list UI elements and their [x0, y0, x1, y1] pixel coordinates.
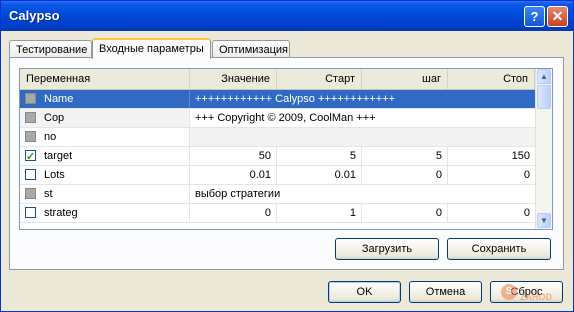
col-header-variable[interactable]: Переменная: [20, 69, 190, 89]
step-cell[interactable]: 5: [362, 147, 448, 165]
check-icon: ✓: [26, 151, 36, 163]
value-cell[interactable]: 0.01: [190, 166, 277, 184]
scroll-up-button[interactable]: ▲: [537, 69, 551, 84]
checkbox[interactable]: [25, 169, 36, 180]
chevron-down-icon: ▼: [540, 216, 548, 225]
close-button[interactable]: ✕: [547, 6, 568, 27]
checkbox[interactable]: [25, 131, 36, 142]
col-header-value[interactable]: Значение: [190, 69, 277, 89]
variable-name: Lots: [44, 169, 65, 181]
chevron-up-icon: ▲: [540, 72, 548, 81]
help-button[interactable]: ?: [524, 6, 545, 27]
col-header-stop[interactable]: Стоп: [448, 69, 535, 89]
question-icon: ?: [530, 9, 539, 24]
ok-button[interactable]: OK: [328, 281, 401, 303]
scroll-down-button[interactable]: ▼: [537, 213, 551, 228]
parameters-table: Переменная Значение Старт шаг Стоп Name …: [19, 68, 553, 230]
start-cell[interactable]: 5: [277, 147, 362, 165]
step-cell[interactable]: 0: [362, 204, 448, 222]
tab-input-parameters[interactable]: Входные параметры: [92, 38, 211, 59]
dialog-window: Calypso ? ✕ Тестирование Входные парамет…: [0, 0, 574, 312]
checkbox[interactable]: [25, 93, 36, 104]
value-cell[interactable]: [190, 128, 535, 146]
stop-cell[interactable]: 150: [448, 147, 535, 165]
stop-cell[interactable]: 0: [448, 166, 535, 184]
checkbox-checked[interactable]: ✓: [25, 150, 36, 163]
variable-name: st: [44, 188, 53, 200]
value-cell[interactable]: выбор стратегии: [190, 185, 535, 203]
col-header-step[interactable]: шаг: [362, 69, 448, 89]
load-button[interactable]: Загрузить: [335, 238, 439, 260]
value-cell[interactable]: 0: [190, 204, 277, 222]
start-cell[interactable]: 1: [277, 204, 362, 222]
col-header-start[interactable]: Старт: [277, 69, 362, 89]
tab-optimization[interactable]: Оптимизация: [212, 40, 290, 58]
vertical-scrollbar[interactable]: ▲ ▼: [535, 69, 552, 229]
stop-cell[interactable]: 0: [448, 204, 535, 222]
variable-name: target: [44, 150, 73, 162]
variable-name: no: [44, 131, 57, 143]
scroll-thumb[interactable]: [537, 85, 551, 109]
close-icon: ✕: [551, 8, 564, 24]
watermark-icon: S: [501, 284, 517, 300]
step-cell[interactable]: 0: [362, 166, 448, 184]
start-cell[interactable]: 0.01: [277, 166, 362, 184]
table-row[interactable]: no: [20, 128, 535, 147]
checkbox[interactable]: [25, 207, 36, 218]
variable-name: strateg: [44, 207, 78, 219]
value-cell[interactable]: ++++++++++++ Calypso ++++++++++++: [190, 90, 535, 108]
variable-name: Name: [44, 93, 74, 105]
table-row[interactable]: Cop +++ Copyright © 2009, CoolMan +++: [20, 109, 535, 128]
checkbox[interactable]: [25, 188, 36, 199]
cancel-button[interactable]: Отмена: [409, 281, 482, 303]
tab-testing[interactable]: Тестирование: [9, 40, 92, 58]
table-header: Переменная Значение Старт шаг Стоп: [20, 69, 535, 90]
value-cell[interactable]: 50: [190, 147, 277, 165]
value-cell[interactable]: +++ Copyright © 2009, CoolMan +++: [190, 109, 535, 127]
table-row[interactable]: Lots 0.01 0.01 0 0: [20, 166, 535, 185]
checkbox[interactable]: [25, 112, 36, 123]
table-row[interactable]: ✓ target 50 5 5 150: [20, 147, 535, 166]
title-bar[interactable]: Calypso ? ✕: [1, 1, 573, 31]
watermark-text: ZAHOD: [520, 292, 553, 302]
variable-name: Cop: [44, 112, 65, 124]
save-button[interactable]: Сохранить: [447, 238, 551, 260]
table-row[interactable]: st выбор стратегии: [20, 185, 535, 204]
table-row[interactable]: Name ++++++++++++ Calypso ++++++++++++: [20, 90, 535, 109]
watermark-logo: S ZAHOD: [501, 284, 553, 302]
window-title: Calypso: [9, 8, 60, 23]
table-row[interactable]: strateg 0 1 0 0: [20, 204, 535, 223]
